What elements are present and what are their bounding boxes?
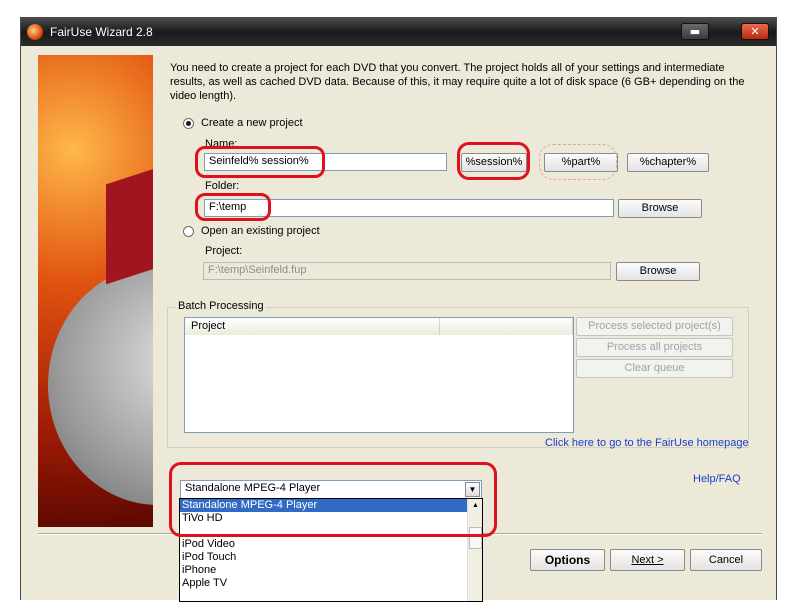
create-project-label: Create a new project (201, 117, 303, 129)
folder-input[interactable]: F:\temp (204, 199, 614, 217)
chapter-token-button[interactable]: %chapter% (627, 153, 709, 172)
open-project-radio[interactable] (183, 226, 194, 237)
app-icon (27, 24, 43, 40)
folder-label: Folder: (205, 180, 240, 192)
dropdown-scrollbar[interactable]: ▲ (467, 499, 482, 601)
player-dropdown-list[interactable]: Standalone MPEG-4 Player TiVo HD iPod Vi… (179, 498, 483, 602)
player-select[interactable]: Standalone MPEG-4 Player ▼ (180, 480, 482, 499)
close-button[interactable]: ✕ (741, 23, 769, 40)
process-all-button[interactable]: Process all projects (576, 338, 733, 357)
player-option[interactable]: iPod Touch (180, 551, 482, 564)
project-browse-button[interactable]: Browse (616, 262, 700, 281)
player-option[interactable]: Apple TV (180, 577, 482, 590)
wizard-window: FairUse Wizard 2.8 ▬ ✕ You need to creat… (20, 17, 777, 602)
player-option[interactable]: TiVo HD (180, 512, 482, 525)
minimize-button[interactable]: ▬ (681, 23, 709, 40)
session-token-button[interactable]: %session% (461, 153, 527, 172)
player-option[interactable] (180, 525, 482, 538)
homepage-link[interactable]: Click here to go to the FairUse homepage (545, 437, 749, 449)
project-path-label: Project: (205, 245, 243, 257)
window-title: FairUse Wizard 2.8 (50, 25, 153, 39)
player-option[interactable]: iPod Video (180, 538, 482, 551)
empty-column-header[interactable] (440, 318, 573, 335)
create-project-radio[interactable] (183, 118, 194, 129)
folder-browse-button[interactable]: Browse (618, 199, 702, 218)
open-project-label: Open an existing project (201, 225, 320, 237)
batch-project-list[interactable]: Project (184, 317, 574, 433)
process-selected-button[interactable]: Process selected project(s) (576, 317, 733, 336)
intro-text: You need to create a project for each DV… (170, 62, 745, 102)
clear-queue-button[interactable]: Clear queue (576, 359, 733, 378)
scroll-up-icon[interactable]: ▲ (469, 500, 482, 512)
part-token-button[interactable]: %part% (544, 153, 618, 172)
project-name-input[interactable]: Seinfeld% session% (204, 153, 447, 171)
next-button[interactable]: Next > (610, 549, 685, 571)
next-button-label: Next > (631, 554, 664, 566)
project-column-header[interactable]: Project (185, 318, 440, 335)
chevron-down-icon[interactable]: ▼ (465, 482, 480, 497)
batch-processing-title: Batch Processing (176, 300, 266, 312)
project-path-input: F:\temp\Seinfeld.fup (203, 262, 611, 280)
scrollbar-thumb[interactable] (469, 527, 482, 549)
cancel-button[interactable]: Cancel (690, 549, 762, 571)
name-label: Name: (205, 138, 238, 150)
player-select-value: Standalone MPEG-4 Player (185, 482, 321, 494)
help-faq-link[interactable]: Help/FAQ (693, 473, 741, 485)
player-option[interactable]: Standalone MPEG-4 Player (180, 499, 482, 512)
title-bar[interactable]: FairUse Wizard 2.8 ▬ ✕ (21, 18, 776, 46)
options-button[interactable]: Options (530, 549, 605, 571)
player-option[interactable]: iPhone (180, 564, 482, 577)
wizard-side-image (38, 55, 153, 527)
